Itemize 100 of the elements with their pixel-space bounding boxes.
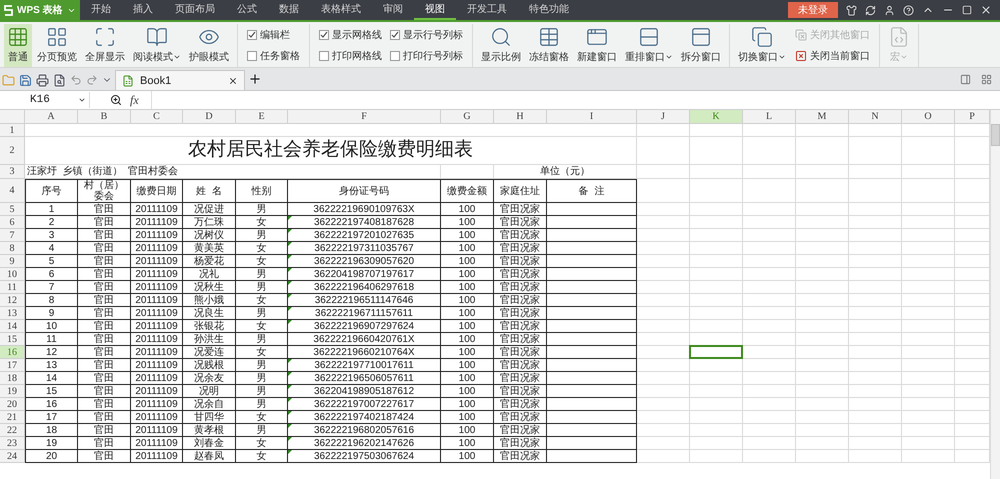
zoom-icon[interactable]	[110, 94, 122, 106]
empty-cell[interactable]	[547, 411, 637, 424]
row-header[interactable]: 20	[0, 398, 25, 411]
checkbox[interactable]: 打印行号列标	[390, 49, 463, 64]
menu-tab[interactable]: 视图	[414, 0, 456, 20]
row-header[interactable]: 19	[0, 385, 25, 398]
column-header[interactable]: F	[288, 110, 441, 124]
row-header[interactable]: 13	[0, 307, 25, 320]
row-header[interactable]: 9	[0, 255, 25, 268]
empty-cell[interactable]	[547, 333, 637, 346]
close-icon[interactable]	[228, 76, 238, 86]
ribbon-button[interactable]: 显示比例	[478, 24, 524, 67]
row-header[interactable]: 5	[0, 203, 25, 216]
row-header[interactable]: 1	[0, 124, 25, 137]
row-header[interactable]: 23	[0, 437, 25, 450]
row-header[interactable]: 2	[0, 137, 25, 165]
checkbox[interactable]: 显示行号列标	[390, 28, 463, 42]
undo-icon[interactable]	[70, 74, 82, 86]
row-header[interactable]: 15	[0, 333, 25, 346]
empty-cell[interactable]	[547, 398, 637, 411]
menu-tab[interactable]: 数据	[268, 0, 310, 20]
row-header[interactable]: 12	[0, 294, 25, 307]
empty-cell[interactable]	[547, 359, 637, 372]
restore-icon[interactable]	[962, 5, 972, 15]
column-header[interactable]: D	[183, 110, 236, 124]
ribbon-button[interactable]: 阅读模式	[130, 24, 184, 67]
empty-cell[interactable]	[547, 372, 637, 385]
menu-tab[interactable]: 开始	[80, 0, 122, 20]
row-header[interactable]: 14	[0, 320, 25, 333]
column-header[interactable]: E	[236, 110, 288, 124]
ribbon-button[interactable]: 普通	[4, 24, 32, 67]
ribbon-button[interactable]: 新建窗口	[574, 24, 620, 67]
ribbon-button[interactable]: 关闭当前窗口	[795, 49, 870, 64]
empty-cell[interactable]	[547, 281, 637, 294]
menu-tab[interactable]: 页面布局	[164, 0, 226, 20]
row-header[interactable]: 17	[0, 359, 25, 372]
menu-tab[interactable]: 插入	[122, 0, 164, 20]
ribbon-button[interactable]: 全屏显示	[82, 24, 128, 67]
ribbon-button[interactable]: 护眼模式	[186, 24, 232, 67]
checkbox[interactable]: 打印网格线	[319, 49, 382, 64]
column-header[interactable]: N	[849, 110, 902, 124]
function-label[interactable]: fx	[130, 92, 139, 108]
ribbon-button[interactable]: 重排窗口	[622, 24, 676, 67]
empty-cell[interactable]	[547, 268, 637, 281]
row-header[interactable]: 3	[0, 165, 25, 179]
empty-cell[interactable]	[547, 320, 637, 333]
scrollbar[interactable]	[990, 110, 1000, 479]
column-header[interactable]: A	[25, 110, 78, 124]
column-header[interactable]: J	[637, 110, 690, 124]
empty-cell[interactable]	[547, 437, 637, 450]
empty-cell[interactable]	[547, 255, 637, 268]
row-header[interactable]: 22	[0, 424, 25, 437]
column-header[interactable]: M	[796, 110, 849, 124]
print-icon[interactable]	[36, 74, 49, 86]
ribbon-button[interactable]: 切换窗口	[735, 24, 789, 67]
select-all-corner[interactable]	[0, 110, 25, 124]
save-icon[interactable]	[19, 74, 32, 86]
help-icon[interactable]	[903, 4, 914, 16]
empty-cell[interactable]	[547, 346, 637, 359]
row-header[interactable]: 21	[0, 411, 25, 424]
empty-cell[interactable]	[547, 450, 637, 463]
column-header[interactable]: O	[902, 110, 955, 124]
column-header[interactable]: B	[78, 110, 131, 124]
menu-tab[interactable]: 表格样式	[310, 0, 372, 20]
column-header[interactable]: C	[131, 110, 183, 124]
ribbon-button[interactable]: 拆分窗口	[678, 24, 724, 67]
row-header[interactable]: 8	[0, 242, 25, 255]
empty-cell[interactable]	[547, 229, 637, 242]
panel-icon[interactable]	[960, 74, 971, 84]
document-tab[interactable]: Book1	[115, 70, 245, 90]
menu-tab[interactable]: 开发工具	[456, 0, 518, 20]
column-header[interactable]: L	[743, 110, 796, 124]
user-icon[interactable]	[884, 4, 895, 16]
shirt-icon[interactable]	[846, 4, 857, 16]
column-header[interactable]: G	[441, 110, 494, 124]
empty-cell[interactable]	[547, 203, 637, 216]
checkbox[interactable]: 显示网格线	[319, 28, 382, 42]
empty-cell[interactable]	[547, 424, 637, 437]
layout-icon[interactable]	[981, 74, 992, 84]
empty-cell[interactable]	[547, 242, 637, 255]
close-icon[interactable]	[980, 4, 992, 16]
column-header[interactable]: P	[955, 110, 990, 124]
ribbon-button[interactable]: 冻结窗格	[526, 24, 572, 67]
empty-cell[interactable]	[547, 294, 637, 307]
menu-tab[interactable]: 审阅	[372, 0, 414, 20]
menu-tab[interactable]: 特色功能	[518, 0, 580, 20]
name-box[interactable]: K16	[0, 92, 90, 108]
redo-icon[interactable]	[86, 74, 98, 86]
checkbox[interactable]: 任务窗格	[247, 49, 300, 64]
row-header[interactable]: 18	[0, 372, 25, 385]
selected-cell[interactable]	[689, 345, 743, 359]
new-tab-icon[interactable]	[248, 72, 262, 86]
empty-cell[interactable]	[547, 385, 637, 398]
row-header[interactable]: 6	[0, 216, 25, 229]
refresh-icon[interactable]	[865, 4, 876, 16]
checkbox[interactable]: 编辑栏	[247, 28, 300, 42]
menu-tab[interactable]: 公式	[226, 0, 268, 20]
app-menu-button[interactable]: WPS 表格	[0, 0, 80, 20]
column-header[interactable]: I	[547, 110, 637, 124]
row-header[interactable]: 24	[0, 450, 25, 463]
